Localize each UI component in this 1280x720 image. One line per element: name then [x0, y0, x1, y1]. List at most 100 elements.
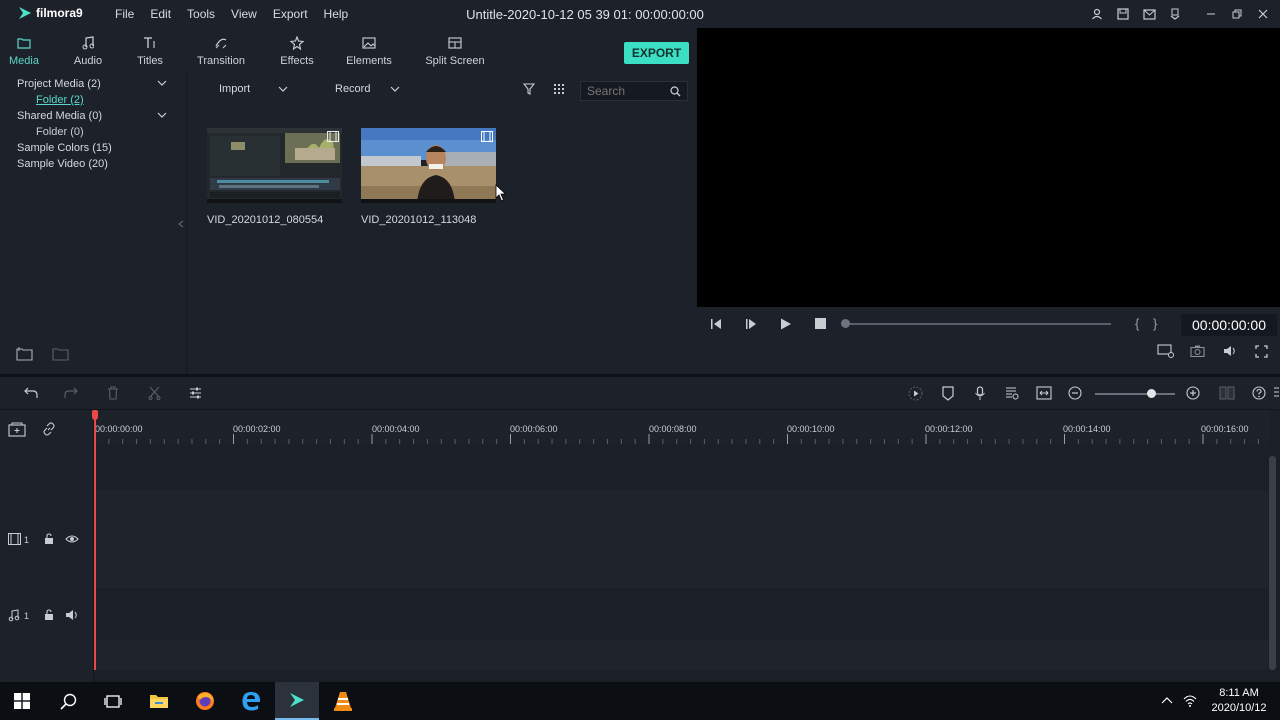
marker-icon[interactable]	[942, 386, 954, 401]
adjust-icon[interactable]	[189, 387, 202, 399]
remove-folder-icon[interactable]	[52, 346, 70, 361]
tree-sample-colors[interactable]: Sample Colors (15)	[17, 142, 112, 154]
tree-sample-video[interactable]: Sample Video (20)	[17, 158, 108, 170]
tree-shared-folder[interactable]: Folder (0)	[36, 126, 84, 138]
edge-icon[interactable]	[229, 682, 273, 720]
speaker-icon[interactable]	[65, 609, 79, 621]
preview-progress-knob[interactable]	[841, 319, 850, 328]
audio-mixer-icon[interactable]	[1005, 386, 1019, 400]
minimize-icon[interactable]	[1202, 5, 1220, 23]
system-clock[interactable]: 8:11 AM 2020/10/12	[1206, 686, 1272, 716]
timeline-scrollbar[interactable]	[1269, 456, 1276, 670]
tab-transition[interactable]: Transition	[194, 34, 248, 67]
menu-edit[interactable]: Edit	[142, 7, 179, 21]
undo-icon[interactable]	[24, 387, 38, 399]
link-icon[interactable]	[42, 422, 56, 436]
help-icon[interactable]	[1252, 386, 1266, 400]
search-icon[interactable]	[46, 682, 90, 720]
previous-frame-icon[interactable]	[709, 318, 723, 330]
zoom-out-icon[interactable]	[1068, 386, 1082, 400]
chevron-up-icon[interactable]	[1161, 696, 1173, 704]
mail-icon[interactable]	[1140, 5, 1158, 23]
chevron-down-icon[interactable]	[157, 112, 167, 119]
play-frame-icon[interactable]	[744, 318, 758, 330]
file-explorer-icon[interactable]	[137, 682, 181, 720]
clip-thumbnail[interactable]	[207, 128, 342, 203]
menu-export[interactable]: Export	[265, 7, 316, 21]
video-track[interactable]	[94, 490, 1268, 588]
more-menu-icon[interactable]	[1274, 386, 1279, 398]
start-icon[interactable]	[0, 682, 44, 720]
preview-window[interactable]	[697, 28, 1280, 307]
clip-thumbnail[interactable]	[361, 128, 496, 203]
cut-icon[interactable]	[148, 386, 161, 400]
mark-out-icon[interactable]: }	[1153, 316, 1157, 331]
redo-icon[interactable]	[64, 387, 78, 399]
render-preview-icon[interactable]	[908, 386, 923, 401]
timeline-ruler[interactable]: 00:00:00:00 00:00:02:00 00:00:04:00 00:0…	[94, 410, 1270, 446]
fullscreen-icon[interactable]	[1255, 345, 1268, 358]
voiceover-icon[interactable]	[974, 386, 986, 401]
preview-progress-track[interactable]	[841, 319, 1111, 328]
filter-icon[interactable]	[523, 83, 535, 95]
chevron-down-icon	[391, 86, 400, 92]
lock-icon[interactable]	[44, 609, 54, 621]
export-button[interactable]: EXPORT	[624, 42, 689, 64]
mark-in-icon[interactable]: {	[1135, 316, 1139, 331]
timeline-track-empty[interactable]	[94, 446, 1268, 490]
search-input[interactable]	[587, 84, 673, 98]
grid-view-icon[interactable]	[553, 83, 565, 95]
firefox-icon[interactable]	[183, 682, 227, 720]
record-dropdown[interactable]: Record	[335, 83, 400, 95]
tree-project-media[interactable]: Project Media (2)	[17, 78, 101, 90]
tree-shared-media[interactable]: Shared Media (0)	[17, 110, 102, 122]
menu-tools[interactable]: Tools	[179, 7, 223, 21]
lock-icon[interactable]	[44, 533, 54, 545]
save-icon[interactable]	[1114, 5, 1132, 23]
layout-toggle-icon[interactable]	[1219, 386, 1235, 400]
media-clip[interactable]: VID_20201012_113048	[361, 128, 496, 226]
fit-timeline-icon[interactable]	[1036, 386, 1052, 400]
zoom-slider[interactable]	[1095, 389, 1175, 398]
tab-split-screen[interactable]: Split Screen	[424, 34, 486, 67]
snapshot-icon[interactable]	[1190, 345, 1205, 357]
menu-help[interactable]: Help	[316, 7, 357, 21]
play-icon[interactable]	[780, 318, 792, 330]
stop-icon[interactable]	[815, 318, 826, 329]
zoom-slider-knob[interactable]	[1147, 389, 1156, 398]
new-folder-icon[interactable]	[16, 346, 34, 361]
filmora-icon[interactable]	[275, 682, 319, 720]
folder-icon	[17, 34, 31, 52]
import-dropdown[interactable]: Import	[219, 83, 288, 95]
timeline-track-empty[interactable]	[94, 640, 1268, 670]
tab-media[interactable]: Media	[8, 34, 40, 67]
restore-icon[interactable]	[1228, 5, 1246, 23]
tab-audio[interactable]: Audio	[72, 34, 104, 67]
chevron-down-icon[interactable]	[157, 80, 167, 87]
menu-view[interactable]: View	[223, 7, 265, 21]
search-box[interactable]	[580, 81, 688, 101]
eye-icon[interactable]	[65, 534, 79, 544]
audio-track-icon	[8, 609, 20, 622]
download-icon[interactable]	[1166, 5, 1184, 23]
search-icon[interactable]	[670, 86, 681, 97]
delete-icon[interactable]	[107, 386, 119, 400]
volume-icon[interactable]	[1223, 345, 1237, 357]
tab-titles[interactable]: Titles	[134, 34, 166, 67]
close-icon[interactable]	[1254, 5, 1272, 23]
media-clip[interactable]: VID_20201012_080554	[207, 128, 342, 226]
playhead[interactable]	[94, 412, 96, 670]
tab-elements[interactable]: Elements	[346, 34, 392, 67]
zoom-in-icon[interactable]	[1186, 386, 1200, 400]
tree-project-folder[interactable]: Folder (2)	[36, 94, 84, 106]
add-track-icon[interactable]	[8, 422, 26, 437]
task-view-icon[interactable]	[91, 682, 135, 720]
menu-file[interactable]: File	[107, 7, 142, 21]
display-settings-icon[interactable]	[1157, 344, 1175, 358]
audio-track[interactable]	[94, 588, 1268, 640]
network-icon[interactable]	[1182, 693, 1198, 707]
tab-effects[interactable]: Effects	[278, 34, 316, 67]
collapse-panel-icon[interactable]	[178, 220, 184, 228]
account-icon[interactable]	[1088, 5, 1106, 23]
vlc-icon[interactable]	[321, 682, 365, 720]
